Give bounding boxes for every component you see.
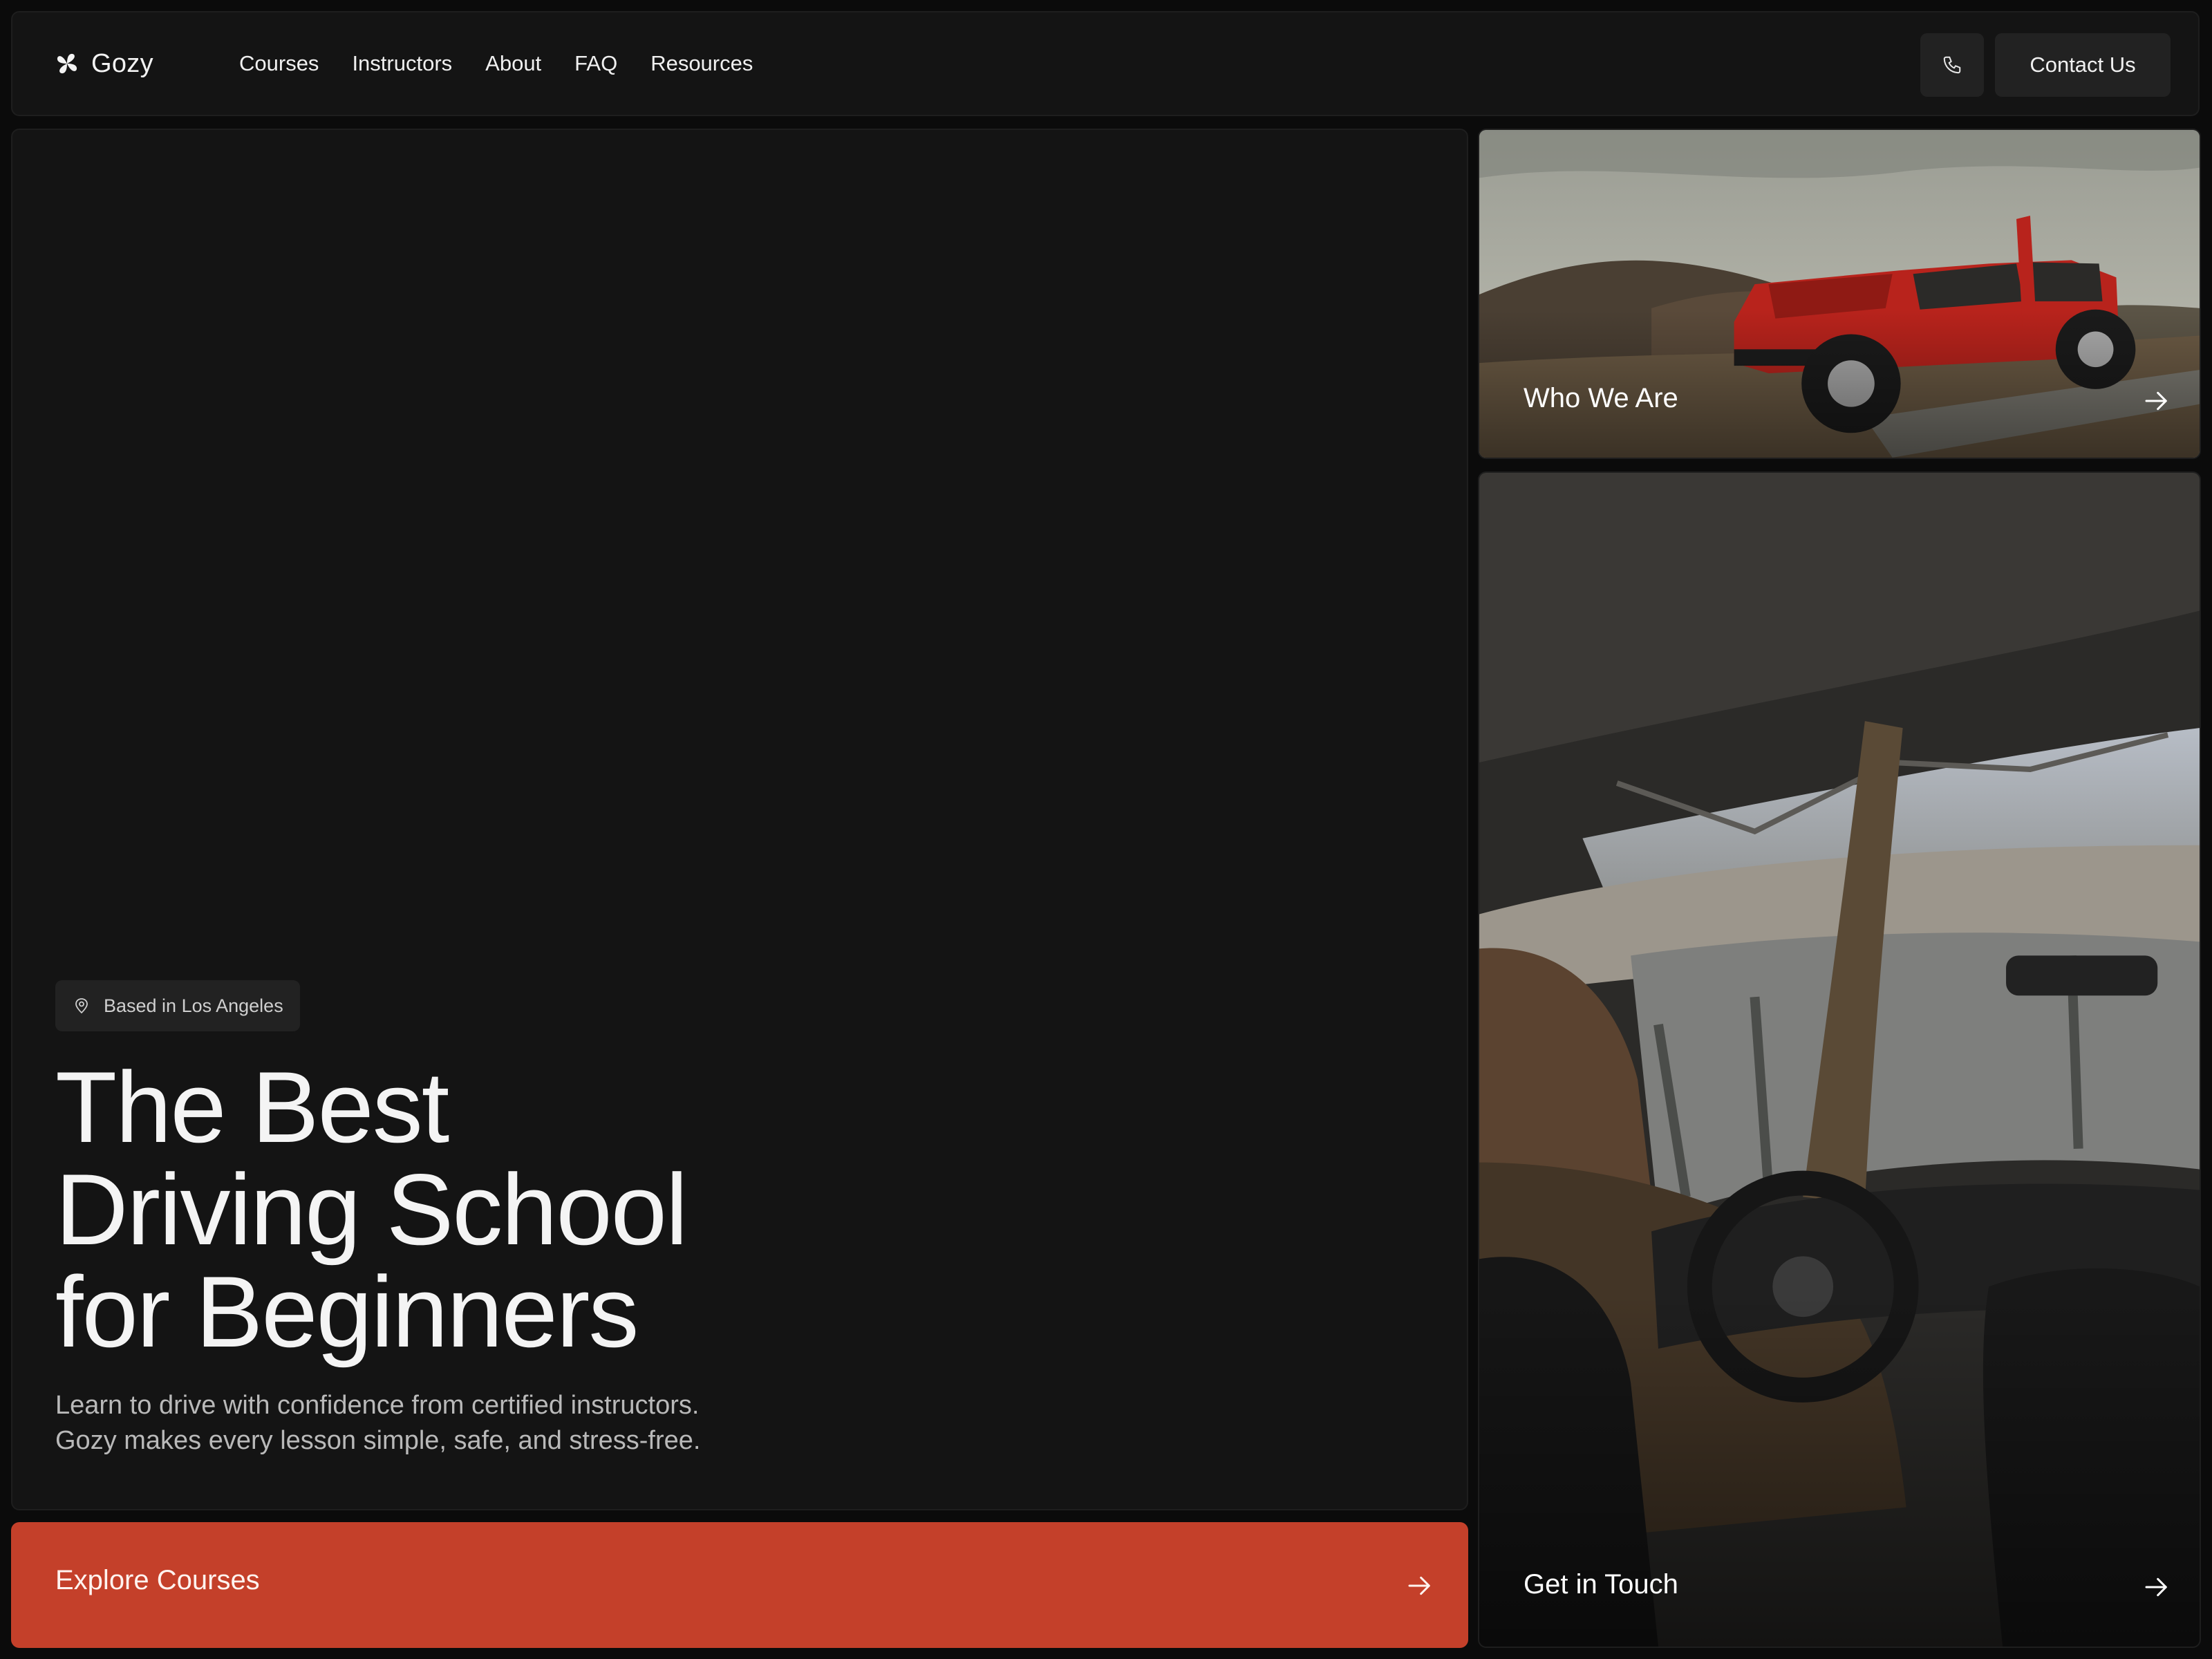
arrow-right-icon <box>2145 391 2167 411</box>
location-badge: Based in Los Angeles <box>55 980 300 1031</box>
who-we-are-label: Who We Are <box>1524 383 1678 413</box>
get-in-touch-card[interactable]: Get in Touch <box>1478 471 2201 1648</box>
hero-headline: The Best Driving School for Beginners <box>55 1056 1023 1363</box>
map-pin-icon <box>75 998 88 1014</box>
main-menu: Courses Instructors About FAQ Resources <box>239 43 786 84</box>
top-navigation: Gozy Courses Instructors About FAQ Resou… <box>11 11 2200 116</box>
flower-logo-icon <box>57 53 77 74</box>
contact-us-button[interactable]: Contact Us <box>1995 33 2171 97</box>
explore-courses-label: Explore Courses <box>55 1565 260 1595</box>
phone-button[interactable] <box>1920 33 1984 97</box>
description-line-2: Gozy makes every lesson simple, safe, an… <box>55 1426 701 1455</box>
headline-line-1: The Best <box>55 1051 449 1163</box>
explore-courses-button[interactable]: Explore Courses <box>11 1522 1468 1648</box>
headline-line-3: for Beginners <box>55 1255 639 1368</box>
nav-link-instructors[interactable]: Instructors <box>352 51 452 76</box>
nav-link-courses[interactable]: Courses <box>239 51 319 76</box>
arrow-right-icon <box>2145 1577 2167 1597</box>
description-line-1: Learn to drive with confidence from cert… <box>55 1391 700 1420</box>
phone-icon <box>1943 56 1961 74</box>
get-in-touch-label: Get in Touch <box>1524 1569 1678 1600</box>
hero-description: Learn to drive with confidence from cert… <box>55 1388 885 1459</box>
location-text: Based in Los Angeles <box>104 995 283 1016</box>
brand-name: Gozy <box>91 48 153 78</box>
arrow-right-icon <box>1408 1576 1430 1595</box>
nav-link-about[interactable]: About <box>485 51 541 76</box>
nav-link-faq[interactable]: FAQ <box>574 51 617 76</box>
headline-line-2: Driving School <box>55 1153 688 1266</box>
hero-panel: Based in Los Angeles The Best Driving Sc… <box>11 129 1468 1510</box>
brand-logo[interactable]: Gozy <box>55 43 153 84</box>
who-we-are-card[interactable]: Who We Are <box>1478 129 2201 459</box>
car-interior-photo <box>1479 473 2200 1647</box>
nav-link-resources[interactable]: Resources <box>650 51 753 76</box>
